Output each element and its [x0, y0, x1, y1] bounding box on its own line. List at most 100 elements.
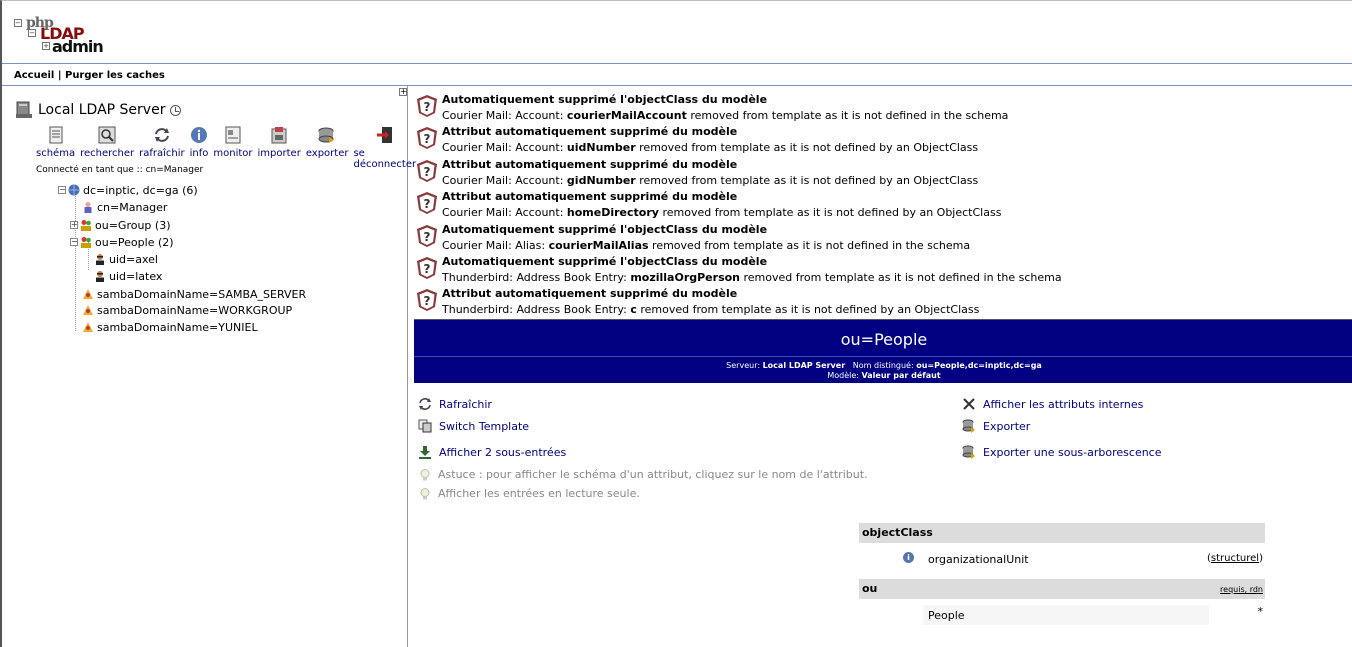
message-title: Attribut automatiquement supprimé du mod…	[442, 125, 738, 138]
warning-message: ? Automatiquement supprimé l'objectClass…	[413, 252, 1352, 284]
logout-icon	[376, 127, 392, 143]
export-action[interactable]: Exporter	[962, 419, 1030, 433]
tree-node-workgroup[interactable]: sambaDomainName=WORKGROUP	[82, 302, 292, 318]
tree-node-people[interactable]: − ou=People (2)	[70, 234, 174, 250]
warning-message: ? Attribut automatiquement supprimé du m…	[413, 284, 1352, 316]
attribute-row-ou: People *	[859, 599, 1265, 635]
message-title: Automatiquement supprimé l'objectClass d…	[442, 93, 768, 106]
entry-subtitle: Serveur: Local LDAP Server Nom distingué…	[726, 361, 1042, 380]
tree-node-root[interactable]: − dc=inptic, dc=ga (6)	[58, 182, 198, 198]
message-detail: Courier Mail: Account: homeDirectory rem…	[442, 206, 1002, 219]
refresh-action[interactable]: Rafraîchir	[418, 397, 492, 411]
tree-panel: + Local LDAP Server schéma rechercher ra…	[2, 86, 416, 647]
tool-schema[interactable]: schéma	[36, 126, 75, 170]
tool-import[interactable]: importer	[258, 126, 301, 170]
tree-guide-line	[75, 194, 76, 331]
samba-domain-icon	[83, 289, 93, 299]
warning-message: ? Attribut automatiquement supprimé du m…	[413, 155, 1352, 187]
message-title: Attribut automatiquement supprimé du mod…	[442, 190, 738, 203]
tool-label: exporter	[305, 148, 349, 159]
tool-refresh[interactable]: rafraîchir	[139, 126, 185, 170]
message-title: Automatiquement supprimé l'objectClass d…	[442, 255, 768, 268]
switch-template-icon	[418, 419, 432, 433]
tree-node-yuniel[interactable]: sambaDomainName=YUNIEL	[82, 319, 258, 335]
tree-node-label: sambaDomainName=SAMBA_SERVER	[97, 287, 307, 301]
svg-text:?: ?	[424, 230, 431, 244]
message-detail: Thunderbird: Address Book Entry: c remov…	[442, 303, 980, 316]
tool-label: info	[189, 148, 209, 159]
tree-node-samba-server[interactable]: sambaDomainName=SAMBA_SERVER	[82, 286, 306, 302]
tool-label: schéma	[36, 148, 76, 159]
internal-attributes-action[interactable]: Afficher les attributs internes	[962, 397, 1143, 411]
entry-panel: ? Automatiquement supprimé l'objectClass…	[409, 86, 1352, 647]
info-icon	[191, 127, 207, 143]
tool-export[interactable]: exporter	[305, 126, 349, 170]
warning-icon: ?	[417, 257, 437, 279]
warning-message: ? Automatiquement supprimé l'objectClass…	[413, 90, 1352, 122]
info-icon[interactable]: i	[903, 552, 914, 563]
export-subtree-action[interactable]: Exporter une sous-arborescence	[962, 445, 1162, 459]
tool-logout[interactable]: se déconnecter	[353, 126, 416, 170]
tool-label: monitor	[213, 148, 253, 159]
tree-node-label: uid=axel	[109, 252, 158, 266]
export-icon	[318, 127, 335, 143]
server-header: Local LDAP Server	[14, 100, 182, 120]
tree-node-label: cn=Manager	[97, 200, 168, 214]
person-icon	[96, 271, 104, 282]
warning-icon: ?	[417, 127, 437, 149]
collapse-icon[interactable]: −	[58, 186, 66, 194]
svg-text:?: ?	[424, 197, 431, 211]
tree-node-group[interactable]: + ou=Group (3)	[70, 217, 171, 233]
structural-tag[interactable]: (structurel)	[1207, 553, 1263, 564]
ou-input[interactable]: People	[923, 605, 1209, 625]
collapse-icon[interactable]: −	[70, 238, 78, 246]
expand-icon[interactable]: +	[70, 221, 78, 229]
export-icon	[962, 445, 975, 459]
tree-node-manager[interactable]: cn=Manager	[82, 199, 167, 215]
tool-search[interactable]: rechercher	[80, 126, 134, 170]
banner-divider	[414, 356, 1352, 357]
phpldapadmin-logo[interactable]: − − + php LDAP admin	[14, 15, 104, 57]
readonly-hint[interactable]: Afficher les entrées en lecture seule.	[420, 487, 640, 500]
tree-node-label: sambaDomainName=WORKGROUP	[97, 303, 293, 317]
top-nav: Accueil | Purger les caches	[2, 63, 1352, 86]
server-icon	[16, 101, 32, 118]
group-icon	[81, 237, 91, 248]
tool-label: se déconnecter	[353, 148, 417, 170]
globe-icon	[68, 184, 80, 196]
refresh-icon	[419, 398, 431, 410]
attribute-header-objectclass[interactable]: objectClass	[859, 523, 1265, 543]
search-icon	[98, 126, 116, 144]
switch-template-action[interactable]: Switch Template	[418, 419, 529, 433]
tree-node-latex[interactable]: uid=latex	[94, 268, 162, 284]
svg-text:?: ?	[424, 100, 431, 114]
warning-icon: ?	[417, 95, 437, 117]
nav-purge-cache-link[interactable]: Purger les caches	[65, 70, 165, 81]
svg-text:?: ?	[424, 294, 431, 308]
refresh-icon	[154, 128, 169, 142]
tool-monitor[interactable]: monitor	[213, 126, 253, 170]
nav-home-link[interactable]: Accueil	[14, 70, 54, 81]
tool-label: rafraîchir	[139, 148, 185, 159]
required-marker: *	[1257, 605, 1264, 618]
message-detail: Courier Mail: Account: courierMailAccoun…	[442, 109, 1009, 122]
server-toolbar: schéma rechercher rafraîchir info monito…	[36, 126, 421, 170]
warning-message: ? Attribut automatiquement supprimé du m…	[413, 122, 1352, 154]
app-frame: − − + php LDAP admin Accueil | Purger le…	[0, 0, 1352, 647]
tool-info[interactable]: info	[189, 126, 209, 170]
show-children-action[interactable]: Afficher 2 sous-entrées	[418, 445, 566, 459]
logo-tree-minus-icon: −	[14, 19, 22, 27]
schema-icon	[49, 126, 63, 144]
tree-node-label: sambaDomainName=YUNIEL	[97, 320, 258, 334]
collapse-panel-icon[interactable]: +	[399, 88, 407, 96]
tree-node-label: ou=Group (3)	[95, 218, 171, 232]
tree-node-axel[interactable]: uid=axel	[94, 251, 158, 267]
import-icon	[271, 127, 287, 144]
server-name[interactable]: Local LDAP Server	[38, 102, 165, 118]
schema-hint: Astuce : pour afficher le schéma d'un at…	[420, 468, 868, 481]
warning-icon: ?	[417, 192, 437, 214]
warning-message: ? Automatiquement supprimé l'objectClass…	[413, 220, 1352, 252]
tool-label: importer	[257, 148, 301, 159]
nav-separator: |	[57, 70, 62, 81]
attribute-header-ou[interactable]: ou requis, rdn	[859, 579, 1265, 599]
